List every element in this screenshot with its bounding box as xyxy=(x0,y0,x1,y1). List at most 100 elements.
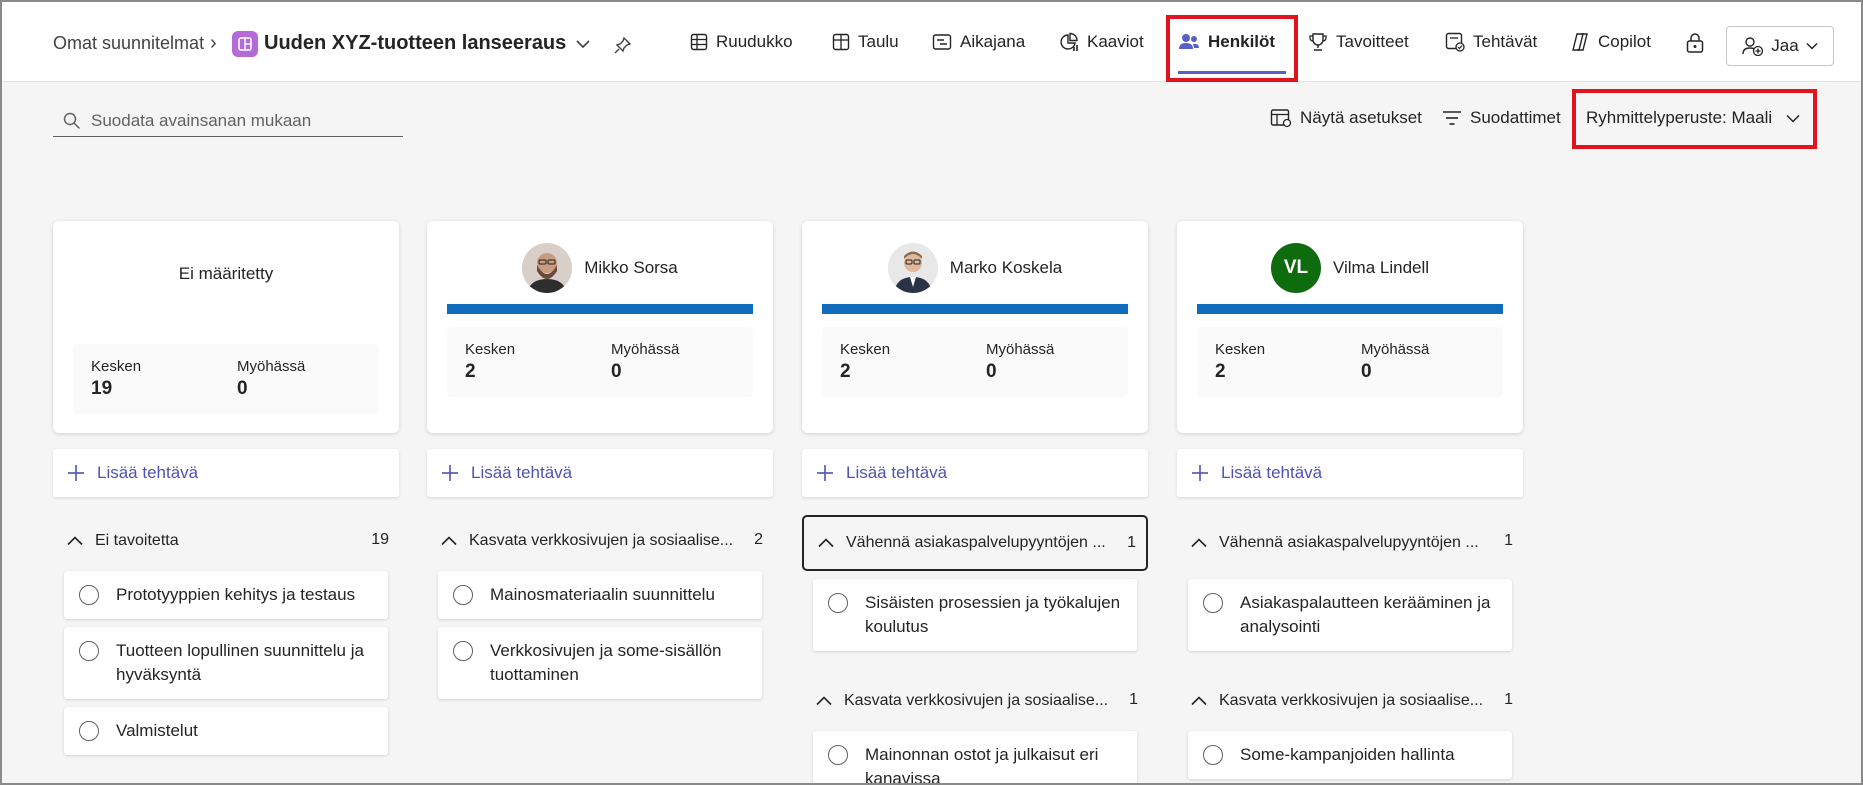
add-task-label: Lisää tehtävä xyxy=(471,463,573,482)
show-settings-button[interactable]: Näytä asetukset xyxy=(1270,108,1422,128)
stat-label: Myöhässä xyxy=(611,341,680,358)
chevron-down-icon[interactable] xyxy=(576,36,590,54)
stat-late: Myöhässä 0 xyxy=(986,341,1054,383)
plus-icon xyxy=(442,465,458,481)
breadcrumb-root[interactable]: Omat suunnitelmat xyxy=(53,33,204,54)
tasks-icon xyxy=(1445,32,1465,52)
complete-task-checkbox[interactable] xyxy=(828,593,848,613)
goal-group-header[interactable]: Kasvata verkkosivujen ja sosiaalise... 1 xyxy=(802,679,1148,723)
progress-bar xyxy=(822,304,1128,314)
settings-view-icon xyxy=(1270,109,1292,128)
stat-in-progress: Kesken 2 xyxy=(465,341,515,383)
goal-group-header[interactable]: Ei tavoitetta 19 xyxy=(53,519,399,563)
person-name: Vilma Lindell xyxy=(1332,258,1430,277)
complete-task-checkbox[interactable] xyxy=(1203,593,1223,613)
chevron-up-icon xyxy=(1191,538,1207,548)
task-card[interactable]: Mainonnan ostot ja julkaisut eri kanavis… xyxy=(813,731,1137,785)
goal-group-header[interactable]: Vähennä asiakaspalvelupyyntöjen ... 1 xyxy=(1177,515,1523,571)
highlight-box-group-by xyxy=(1572,89,1817,149)
tab-tehtavat[interactable]: Tehtävät xyxy=(1445,30,1537,54)
task-card[interactable]: Verkkosivujen ja some-sisällön tuottamin… xyxy=(438,627,762,699)
charts-icon xyxy=(1060,32,1078,51)
goal-group-title: Kasvata verkkosivujen ja sosiaalise... xyxy=(1219,692,1484,709)
complete-task-checkbox[interactable] xyxy=(1203,745,1223,765)
person-card: Marko Koskela Kesken 2 Myöhässä 0 xyxy=(802,221,1148,433)
person-card: Ei määritetty Kesken 19 Myöhässä 0 xyxy=(53,221,399,433)
tab-label: Tehtävät xyxy=(1473,32,1538,51)
tab-kaaviot[interactable]: Kaaviot xyxy=(1059,30,1144,54)
task-card[interactable]: Tuotteen lopullinen suunnittelu ja hyväk… xyxy=(64,627,388,699)
stat-label: Myöhässä xyxy=(986,341,1055,358)
search-input[interactable] xyxy=(91,110,371,131)
plus-icon xyxy=(817,465,833,481)
filters-button[interactable]: Suodattimet xyxy=(1442,108,1561,128)
filter-icon xyxy=(1443,111,1461,125)
add-task-button[interactable]: Lisää tehtävä xyxy=(1177,449,1523,497)
avatar xyxy=(522,243,573,293)
tab-tavoitteet[interactable]: Tavoitteet xyxy=(1308,30,1409,54)
task-title: Some-kampanjoiden hallinta xyxy=(1240,745,1455,764)
stat-late: Myöhässä 0 xyxy=(611,341,679,383)
goal-group-title: Kasvata verkkosivujen ja sosiaalise... xyxy=(469,532,734,549)
tab-label: Aikajana xyxy=(960,32,1026,51)
tab-label: Ruudukko xyxy=(716,32,793,51)
lock-icon[interactable] xyxy=(1685,32,1705,59)
complete-task-checkbox[interactable] xyxy=(828,745,848,765)
task-card[interactable]: Some-kampanjoiden hallinta xyxy=(1188,731,1512,779)
pin-icon[interactable] xyxy=(614,36,632,59)
tab-aikajana[interactable]: Aikajana xyxy=(932,30,1025,54)
task-title: Mainosmateriaalin suunnittelu xyxy=(490,585,715,604)
complete-task-checkbox[interactable] xyxy=(79,585,99,605)
goal-group-header[interactable]: Kasvata verkkosivujen ja sosiaalise... 1 xyxy=(1177,679,1523,723)
plan-icon xyxy=(232,31,258,57)
task-card[interactable]: Valmistelut xyxy=(64,707,388,755)
stat-label: Kesken xyxy=(465,341,516,358)
task-card[interactable]: Sisäisten prosessien ja työkalujen koulu… xyxy=(813,579,1137,651)
breadcrumb-chevron-icon: › xyxy=(210,32,217,54)
add-task-button[interactable]: Lisää tehtävä xyxy=(802,449,1148,497)
add-task-button[interactable]: Lisää tehtävä xyxy=(427,449,773,497)
stats-panel: Kesken 2 Myöhässä 0 xyxy=(822,327,1128,397)
task-card[interactable]: Prototyyppien kehitys ja testaus xyxy=(64,571,388,619)
plan-title[interactable]: Uuden XYZ-tuotteen lanseeraus xyxy=(264,32,566,55)
tab-taulu[interactable]: Taulu xyxy=(832,30,899,54)
stat-label: Myöhässä xyxy=(237,358,306,375)
task-title: Mainonnan ostot ja julkaisut eri kanavis… xyxy=(865,745,1099,785)
goal-group-count: 19 xyxy=(371,531,389,548)
complete-task-checkbox[interactable] xyxy=(453,585,473,605)
task-card[interactable]: Mainosmateriaalin suunnittelu xyxy=(438,571,762,619)
search-icon xyxy=(63,112,81,129)
person-header: Ei määritetty xyxy=(53,247,399,301)
chevron-up-icon xyxy=(441,536,457,546)
goal-group-header[interactable]: Kasvata verkkosivujen ja sosiaalise... 2 xyxy=(427,519,773,563)
stat-label: Kesken xyxy=(1215,341,1266,358)
share-button[interactable]: Jaa xyxy=(1726,26,1834,66)
goal-group-count: 2 xyxy=(754,531,763,548)
stat-in-progress: Kesken 2 xyxy=(840,341,890,383)
task-title: Verkkosivujen ja some-sisällön tuottamin… xyxy=(490,641,722,684)
goal-group-count: 1 xyxy=(1504,532,1513,549)
goal-group-header[interactable]: Vähennä asiakaspalvelupyyntöjen ... 1 xyxy=(802,515,1148,571)
tab-label: Copilot xyxy=(1598,32,1651,51)
add-task-button[interactable]: Lisää tehtävä xyxy=(53,449,399,497)
plus-icon xyxy=(68,465,84,481)
person-card: VL Vilma Lindell Kesken 2 Myöhässä 0 xyxy=(1177,221,1523,433)
chevron-up-icon xyxy=(818,538,834,548)
stat-in-progress: Kesken 19 xyxy=(91,358,141,400)
board-icon xyxy=(832,33,850,51)
complete-task-checkbox[interactable] xyxy=(453,641,473,661)
task-card[interactable]: Asiakaspalautteen kerääminen ja analysoi… xyxy=(1188,579,1512,651)
complete-task-checkbox[interactable] xyxy=(79,641,99,661)
chevron-up-icon xyxy=(67,536,83,546)
plus-icon xyxy=(1192,465,1208,481)
stat-in-progress: Kesken 2 xyxy=(1215,341,1265,383)
timeline-icon xyxy=(932,34,952,50)
grid-icon xyxy=(690,33,708,51)
tab-ruudukko[interactable]: Ruudukko xyxy=(690,30,793,54)
tab-copilot[interactable]: Copilot xyxy=(1570,30,1651,54)
stat-value: 0 xyxy=(611,361,622,382)
person-column-marko-koskela: Marko Koskela Kesken 2 Myöhässä 0 Lisää te… xyxy=(802,221,1148,785)
complete-task-checkbox[interactable] xyxy=(79,721,99,741)
trophy-icon xyxy=(1309,33,1327,51)
stats-panel: Kesken 19 Myöhässä 0 xyxy=(73,344,379,414)
